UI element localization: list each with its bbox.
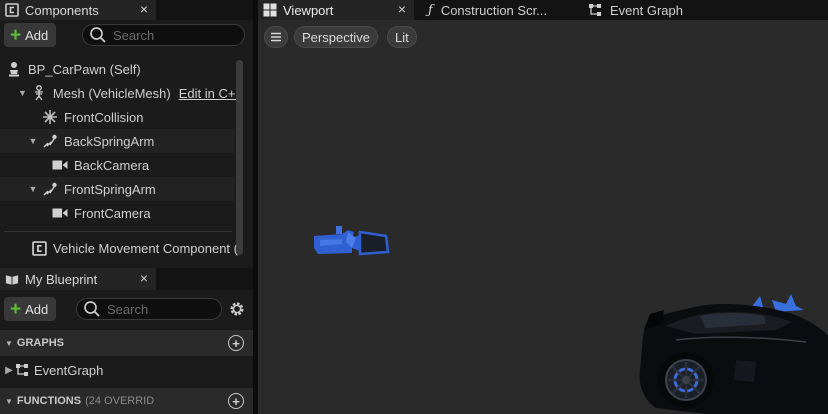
chevron-down-icon[interactable]: ▼ <box>28 136 38 146</box>
add-blueprint-item-button[interactable]: + Add <box>4 297 57 321</box>
tree-label: FrontSpringArm <box>64 181 156 197</box>
tree-row-front-collision[interactable]: FrontCollision <box>0 105 234 129</box>
component-icon <box>5 3 19 17</box>
search-placeholder: Search <box>107 301 149 317</box>
blueprint-tab-label: My Blueprint <box>25 271 98 287</box>
functions-section-header[interactable]: ▼ FUNCTIONS (24 OVERRID + <box>0 388 253 414</box>
viewport-grid-icon <box>263 3 277 17</box>
add-graph-icon[interactable]: + <box>228 335 244 351</box>
editor-area: Viewport × ƒ Construction Scr... Event G… <box>258 0 828 414</box>
tree-label: FrontCamera <box>74 205 151 221</box>
close-icon[interactable]: × <box>140 1 148 17</box>
chevron-down-icon[interactable]: ▼ <box>28 184 38 194</box>
tree-divider <box>4 231 232 232</box>
search-icon <box>83 300 101 318</box>
component-icon <box>32 240 47 256</box>
graph-icon <box>588 3 604 17</box>
camera-icon <box>52 205 68 221</box>
car-mesh[interactable] <box>636 290 828 414</box>
camera-gizmo[interactable] <box>312 222 392 260</box>
tab-construction-script[interactable]: ƒ Construction Scr... <box>423 0 581 20</box>
tab-viewport[interactable]: Viewport × <box>258 0 414 20</box>
spring-arm-icon <box>42 133 58 149</box>
tab-components[interactable]: Components × <box>0 0 156 20</box>
viewport-menu-button[interactable] <box>264 26 288 48</box>
add-label: Add <box>25 27 49 43</box>
functions-override-count: (24 OVERRID <box>85 395 155 407</box>
add-function-icon[interactable]: + <box>228 393 244 409</box>
tree-row-self[interactable]: BP_CarPawn (Self) <box>0 57 234 81</box>
close-icon[interactable]: × <box>140 270 148 286</box>
chevron-down-icon: ▼ <box>5 338 13 348</box>
tree-row-back-camera[interactable]: BackCamera <box>0 153 234 177</box>
view-mode-button[interactable]: Perspective <box>294 26 378 48</box>
camera-icon <box>52 157 68 173</box>
function-icon: ƒ <box>428 2 433 18</box>
tab-label: Viewport <box>283 2 334 18</box>
tab-label: Construction Scr... <box>440 2 548 18</box>
collision-icon <box>42 109 58 125</box>
tab-label: Event Graph <box>610 2 683 18</box>
graphs-section-header[interactable]: ▼ GRAPHS + <box>0 330 253 356</box>
hamburger-icon <box>270 32 282 42</box>
spring-arm-icon <box>42 181 58 197</box>
graphs-header-label: GRAPHS <box>16 337 64 349</box>
blueprint-search-input[interactable]: Search <box>76 298 222 320</box>
components-search-input[interactable]: Search <box>82 24 245 46</box>
tree-row-back-spring-arm[interactable]: ▼ BackSpringArm <box>0 129 234 153</box>
tree-row-mesh[interactable]: ▼ Mesh (VehicleMesh) Edit in C++ <box>0 81 243 105</box>
plus-icon: + <box>10 24 22 46</box>
search-placeholder: Search <box>113 27 155 43</box>
tab-event-graph[interactable]: Event Graph <box>583 0 741 20</box>
book-icon <box>5 272 19 286</box>
viewport-canvas[interactable]: Perspective Lit <box>258 20 828 414</box>
tree-label: BP_CarPawn (Self) <box>28 61 141 77</box>
left-column: Components × + Add Search BP_CarPawn (Se… <box>0 0 253 414</box>
plus-icon: + <box>10 298 22 320</box>
components-scrollbar[interactable] <box>236 60 243 255</box>
chevron-down-icon[interactable]: ▼ <box>18 88 27 98</box>
tree-label: BackSpringArm <box>64 133 155 149</box>
tree-label: Vehicle Movement Component ( <box>53 240 238 256</box>
tree-label: BackCamera <box>74 157 150 173</box>
tree-row-vehicle-movement[interactable]: Vehicle Movement Component ( <box>0 236 238 260</box>
functions-header-label: FUNCTIONS <box>16 395 82 407</box>
tab-my-blueprint[interactable]: My Blueprint × <box>0 268 156 290</box>
graph-icon <box>14 362 30 378</box>
gear-icon[interactable] <box>228 300 246 318</box>
tree-label: Mesh (VehicleMesh) <box>52 85 171 101</box>
pawn-icon <box>6 61 22 77</box>
graph-item-label: EventGraph <box>34 362 104 378</box>
graph-item-eventgraph[interactable]: ▶ EventGraph <box>0 358 253 382</box>
close-icon[interactable]: × <box>398 1 406 17</box>
components-tab-label: Components <box>25 2 99 18</box>
skeletal-mesh-icon <box>31 85 47 101</box>
edit-in-cpp-link[interactable]: Edit in C++ <box>179 86 243 101</box>
tree-row-front-camera[interactable]: FrontCamera <box>0 201 234 225</box>
lighting-mode-button[interactable]: Lit <box>387 26 417 48</box>
tree-row-front-spring-arm[interactable]: ▼ FrontSpringArm <box>0 177 234 201</box>
search-icon <box>89 26 107 44</box>
add-label: Add <box>25 301 49 317</box>
tree-label: FrontCollision <box>64 109 144 125</box>
chevron-right-icon[interactable]: ▶ <box>4 365 14 376</box>
add-component-button[interactable]: + Add <box>4 23 57 47</box>
chevron-down-icon: ▼ <box>5 396 13 406</box>
